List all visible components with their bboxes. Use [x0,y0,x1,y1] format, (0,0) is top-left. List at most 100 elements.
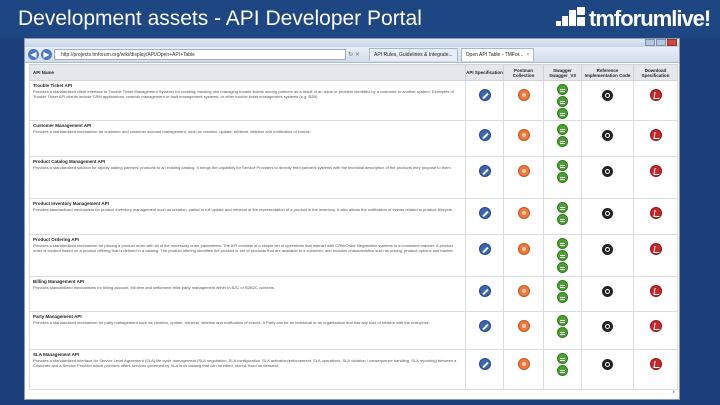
pdf-download-icon[interactable] [649,320,662,332]
postman-cell [503,156,544,199]
browser-tab-rules[interactable]: API Rules, Guidelines & Integrate... [369,48,458,61]
link-icon[interactable] [478,207,491,219]
postman-icon[interactable] [517,285,530,297]
postman-cell [503,120,544,157]
pdf-download-icon[interactable] [649,358,662,370]
link-icon[interactable] [478,320,491,332]
github-icon[interactable] [602,244,613,255]
swagger-icon[interactable] [557,124,568,135]
refresh-icon[interactable]: ↻ × [348,49,366,60]
link-icon[interactable] [478,285,491,297]
swagger-icon[interactable] [557,315,568,326]
swagger-icon[interactable] [557,84,568,95]
swagger-icon[interactable] [557,250,568,261]
maximize-icon[interactable] [656,39,666,46]
table-row: Party Management API Provides a standardi… [29,311,678,350]
api-name[interactable]: Trouble Ticket API [33,83,462,88]
github-icon[interactable] [602,90,613,101]
swagger-icon[interactable] [557,292,568,303]
api-description: Provides a standardized solution for rap… [33,165,452,170]
link-icon[interactable] [478,89,491,101]
postman-icon[interactable] [517,207,530,219]
api-name[interactable]: Product Catalog Management API [33,159,462,164]
swagger-cell [543,120,582,157]
pdf-download-icon[interactable] [649,207,662,219]
header-spec: API Specification [465,64,504,81]
github-cell [581,349,634,390]
github-icon[interactable] [602,130,613,141]
link-icon[interactable] [478,243,491,255]
api-description-cell: Product Catalog Management API Provides a… [29,156,466,199]
tab-close-icon[interactable]: × [526,52,529,58]
swagger-icon[interactable] [557,136,568,147]
swagger-cell [543,80,582,121]
swagger-icon[interactable] [557,202,568,213]
pdf-download-icon[interactable] [649,165,662,177]
api-table-container: API Name API Specification Postman Colle… [29,64,678,390]
table-body: Trouble Ticket API Provides a standardize… [29,80,678,390]
pdf-download-icon[interactable] [649,285,662,297]
swagger-icon[interactable] [557,327,568,338]
table-row: Product Ordering API Provides a standardi… [29,234,678,277]
github-icon[interactable] [602,166,613,177]
minimize-icon[interactable] [645,39,655,46]
swagger-icon[interactable] [557,108,568,119]
swagger-cell [543,198,582,235]
postman-cell [503,198,544,235]
swagger-icon[interactable] [557,353,568,364]
swagger-icon[interactable] [557,238,568,249]
pdf-download-icon[interactable] [649,89,662,101]
api-name[interactable]: SLA Management API [33,352,462,357]
address-bar[interactable]: http://projects.tmforum.org/wiki/display… [54,49,346,60]
header-reference: Reference Implementation Code [581,64,634,81]
link-icon[interactable] [478,129,491,141]
postman-icon[interactable] [517,129,530,141]
postman-icon[interactable] [517,358,530,370]
swagger-icon[interactable] [557,365,568,376]
pdf-download-icon[interactable] [649,129,662,141]
swagger-icon[interactable] [557,214,568,225]
postman-cell [503,234,544,277]
swagger-cell [543,311,582,350]
pdf-download-icon[interactable] [649,243,662,255]
table-row: Product Inventory Management API Provides… [29,198,678,235]
browser-tab-open-api-table[interactable]: Open API Table - TMFor... × [460,48,535,61]
table-row: Customer Management API Provides a standa… [29,120,678,157]
table-header-row: API Name API Specification Postman Colle… [29,64,678,81]
github-icon[interactable] [602,359,613,370]
api-name[interactable]: Party Management API [33,314,462,319]
link-cell [465,156,504,199]
postman-cell [503,311,544,350]
scroll-right-icon[interactable]: › [672,388,675,396]
postman-cell [503,80,544,121]
swagger-icon[interactable] [557,160,568,171]
postman-icon[interactable] [517,320,530,332]
api-name[interactable]: Customer Management API [33,123,462,128]
github-icon[interactable] [602,286,613,297]
swagger-icon[interactable] [557,172,568,183]
postman-icon[interactable] [517,89,530,101]
api-name[interactable]: Product Inventory Management API [33,201,462,206]
link-icon[interactable] [478,165,491,177]
api-description: Provides standardized mechanism for prod… [33,207,453,212]
pdf-download-cell [633,198,678,235]
api-name[interactable]: Billing Management API [33,279,462,284]
postman-icon[interactable] [517,243,530,255]
swagger-icon[interactable] [557,262,568,273]
link-icon[interactable] [478,358,491,370]
github-icon[interactable] [602,208,613,219]
link-cell [465,276,504,312]
postman-icon[interactable] [517,165,530,177]
forward-icon[interactable]: ▶ [41,49,52,60]
window-controls [645,39,677,46]
close-icon[interactable] [667,39,677,46]
back-icon[interactable]: ◀ [28,49,39,60]
api-name[interactable]: Product Ordering API [33,237,462,242]
github-cell [581,80,634,121]
api-description: Provides a standardized client interface… [33,89,454,99]
swagger-icon[interactable] [557,280,568,291]
swagger-icon[interactable] [557,96,568,107]
github-icon[interactable] [602,321,613,332]
link-cell [465,234,504,277]
api-description: Provides standardized mechanisms for bil… [33,285,275,290]
